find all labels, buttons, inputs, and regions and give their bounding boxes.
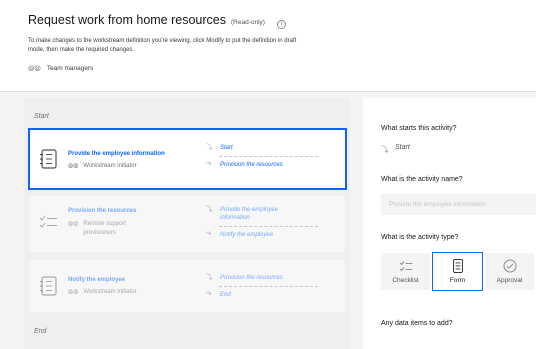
activity-role: ⦾⦾ Workstream initiator bbox=[68, 162, 137, 171]
activity-name: Provide the employee information bbox=[68, 151, 165, 157]
readonly-badge: (Read-only) bbox=[231, 19, 265, 26]
outgoing-icon: ↷ bbox=[206, 231, 212, 238]
type-question: What is the activity type? bbox=[381, 234, 459, 241]
outgoing-icon: ↷ bbox=[206, 291, 212, 298]
form-icon bbox=[40, 276, 57, 296]
info-icon[interactable]: i bbox=[276, 19, 286, 29]
start-marker: Start bbox=[34, 113, 49, 120]
group-icon: ⦾⦾ bbox=[68, 289, 79, 296]
activity-properties-panel: What starts this activity? ⤵ Start What … bbox=[363, 98, 536, 349]
type-approval[interactable]: Approval bbox=[485, 253, 534, 290]
activity-role-label: Workstream initiator bbox=[83, 289, 137, 295]
activity-card-provision[interactable]: Provision the resources ⦾⦾ Remote suppor… bbox=[30, 196, 345, 252]
activity-type-selector: Checklist Form Approval bbox=[381, 252, 534, 291]
incoming-link[interactable]: Provide the employee information bbox=[220, 206, 300, 222]
checklist-icon bbox=[40, 215, 57, 228]
team-label: Team managers bbox=[46, 65, 94, 72]
end-marker: End bbox=[34, 328, 47, 335]
team-row: ⦾⦾ Team managers bbox=[28, 64, 512, 74]
activity-role: ⦾⦾ Workstream initiator bbox=[68, 288, 137, 297]
incoming-icon: ⤵ bbox=[206, 274, 213, 281]
incoming-link[interactable]: Provision the resources bbox=[220, 274, 283, 282]
activity-card-notify[interactable]: Notify the employee ⦾⦾ Workstream initia… bbox=[30, 260, 345, 312]
type-label: Form bbox=[449, 277, 466, 284]
activity-name: Notify the employee bbox=[68, 277, 126, 283]
activity-name: Provision the resources bbox=[68, 208, 137, 214]
incoming-link[interactable]: Start bbox=[220, 144, 233, 152]
incoming-icon: ⤵ bbox=[206, 144, 213, 151]
activity-role-label: Workstream initiator bbox=[83, 163, 137, 169]
activity-connections: ⤵ Start ↷ Provision the resources bbox=[206, 144, 318, 169]
start-answer: ⤵ Start bbox=[381, 144, 410, 155]
activity-role-label: Remote support provisioners bbox=[83, 221, 127, 236]
workstream-canvas: Start Provide the employee information ⦾… bbox=[24, 98, 350, 349]
approval-icon bbox=[503, 259, 516, 273]
start-question: What starts this activity? bbox=[381, 125, 457, 132]
incoming-icon: ⤵ bbox=[206, 206, 213, 213]
group-icon: ⦾⦾ bbox=[28, 63, 41, 73]
type-label: Checklist bbox=[392, 277, 419, 284]
page-header: Request work from home resources (Read-o… bbox=[0, 0, 536, 92]
form-icon bbox=[40, 149, 57, 169]
type-label: Approval bbox=[496, 277, 523, 284]
outgoing-icon: ↷ bbox=[206, 161, 212, 168]
activity-connections: ⤵ Provision the resources ↷ End bbox=[206, 274, 318, 299]
activity-connections: ⤵ Provide the employee information ↷ Notif… bbox=[206, 206, 318, 239]
name-question: What is the activity name? bbox=[381, 176, 463, 183]
page-description: To make changes to the workstream defini… bbox=[28, 37, 297, 53]
type-form[interactable]: Form bbox=[432, 252, 483, 291]
outgoing-link[interactable]: End bbox=[220, 291, 231, 299]
incoming-icon: ⤵ bbox=[381, 145, 389, 154]
group-icon: ⦾⦾ bbox=[68, 163, 79, 170]
page-title: Request work from home resources bbox=[28, 13, 226, 27]
group-icon: ⦾⦾ bbox=[68, 221, 79, 228]
data-question: Any data items to add? bbox=[381, 320, 453, 327]
activity-card-provide[interactable]: Provide the employee information ⦾⦾ Work… bbox=[28, 128, 347, 190]
outgoing-link[interactable]: Provision the resources bbox=[220, 161, 283, 169]
activity-name-field[interactable]: Provide the employee information bbox=[381, 194, 536, 215]
activity-role: ⦾⦾ Remote support provisioners bbox=[68, 220, 148, 238]
form-icon bbox=[452, 259, 463, 273]
outgoing-link[interactable]: Notify the employee bbox=[220, 231, 273, 239]
start-value: Start bbox=[395, 144, 410, 151]
checklist-icon bbox=[399, 261, 412, 272]
type-checklist[interactable]: Checklist bbox=[381, 253, 430, 290]
